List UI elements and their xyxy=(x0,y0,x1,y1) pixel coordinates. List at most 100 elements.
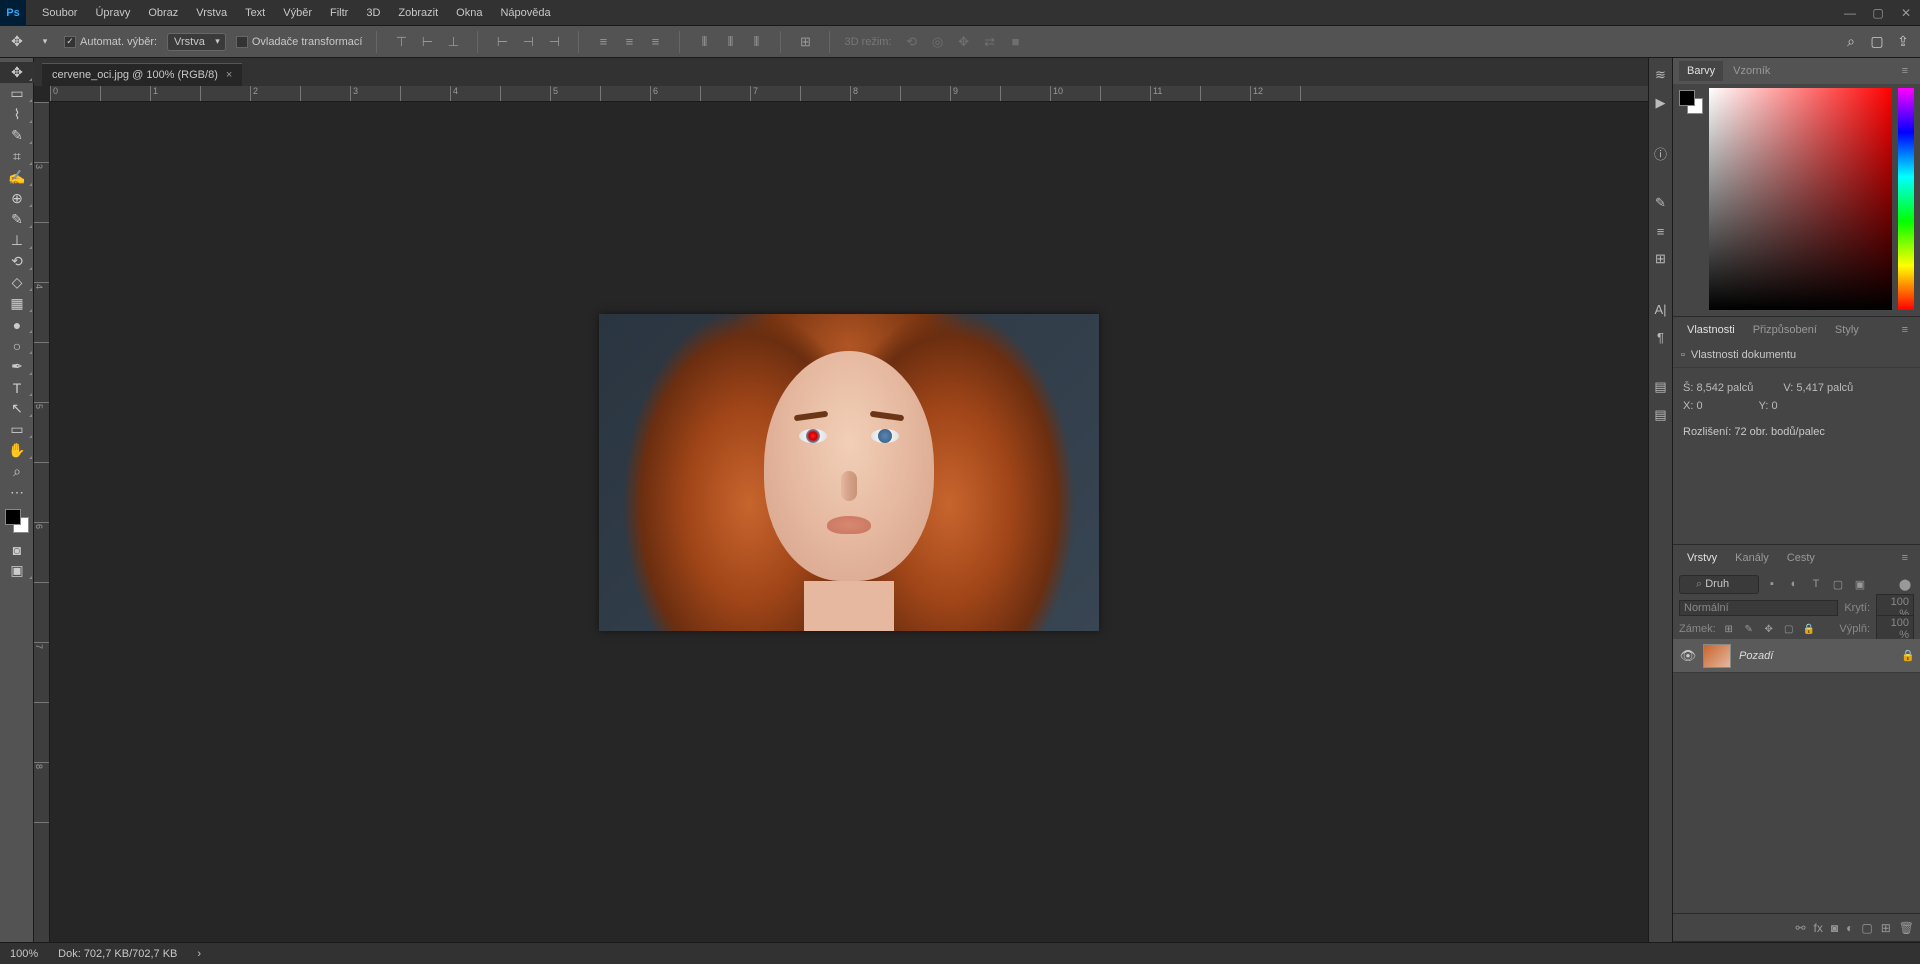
ruler-horizontal[interactable]: 0123456789101112 xyxy=(50,86,1648,102)
tab-layers[interactable]: Vrstvy xyxy=(1679,548,1725,568)
blur-tool[interactable]: ● xyxy=(0,314,34,335)
foreground-color[interactable] xyxy=(5,509,21,525)
ruler-vertical[interactable]: 345678 xyxy=(34,102,50,942)
minimize-button[interactable]: — xyxy=(1836,3,1864,23)
canvas-viewport[interactable] xyxy=(50,102,1648,942)
brush-settings-icon[interactable]: ✎ xyxy=(1652,194,1670,212)
clone-source-icon[interactable]: ⊞ xyxy=(1652,250,1670,268)
marquee-tool[interactable]: ▭ xyxy=(0,83,34,104)
panel-menu-icon[interactable]: ≡ xyxy=(1896,65,1914,77)
menu-window[interactable]: Okna xyxy=(448,3,490,23)
layer-name[interactable]: Pozadí xyxy=(1739,650,1896,662)
close-tab-icon[interactable]: × xyxy=(226,69,232,81)
align-hcenter-icon[interactable]: ⊣ xyxy=(518,32,538,52)
search-icon[interactable]: ⌕ xyxy=(1842,33,1860,51)
lock-transparent-icon[interactable]: ⊞ xyxy=(1722,622,1736,636)
color-swatch-pair[interactable] xyxy=(1679,90,1703,114)
edit-toolbar[interactable]: ⋯ xyxy=(0,482,34,503)
visibility-icon[interactable]: 👁 xyxy=(1673,648,1703,664)
delete-layer-icon[interactable]: 🗑 xyxy=(1899,921,1914,935)
crop-tool[interactable]: ⌗ xyxy=(0,146,34,167)
panel-menu-icon[interactable]: ≡ xyxy=(1896,324,1914,336)
new-layer-icon[interactable]: ⊞ xyxy=(1881,921,1891,935)
tab-channels[interactable]: Kanály xyxy=(1727,548,1777,568)
zoom-level[interactable]: 100% xyxy=(10,948,38,960)
color-field[interactable] xyxy=(1709,88,1892,310)
menu-3d[interactable]: 3D xyxy=(358,3,388,23)
hue-slider[interactable] xyxy=(1898,88,1914,310)
comments-icon[interactable]: ▤ xyxy=(1652,406,1670,424)
filter-toggle-icon[interactable]: ⬤ xyxy=(1896,576,1914,592)
adjustment-layer-icon[interactable]: ◐ xyxy=(1846,921,1853,935)
distribute-left-icon[interactable]: ⦀ xyxy=(694,32,714,52)
auto-select-checkbox[interactable]: Automat. výběr: xyxy=(64,36,157,48)
transform-controls-checkbox[interactable]: Ovladače transformací xyxy=(236,36,363,48)
close-button[interactable]: ✕ xyxy=(1892,3,1920,23)
gradient-tool[interactable]: ▦ xyxy=(0,293,34,314)
move-tool[interactable]: ✥ xyxy=(0,62,34,83)
filter-pixel-icon[interactable]: ▪ xyxy=(1763,576,1781,592)
menu-filter[interactable]: Filtr xyxy=(322,3,356,23)
info-icon[interactable]: ⓘ xyxy=(1652,144,1670,162)
align-bottom-icon[interactable]: ⊥ xyxy=(443,32,463,52)
filter-adjust-icon[interactable]: ◐ xyxy=(1785,576,1803,592)
shape-tool[interactable]: ▭ xyxy=(0,419,34,440)
eraser-tool[interactable]: ◇ xyxy=(0,272,34,293)
tool-preset-dropdown[interactable]: ▾ xyxy=(36,33,54,51)
tab-properties[interactable]: Vlastnosti xyxy=(1679,320,1743,340)
paragraph-icon[interactable]: ¶ xyxy=(1652,328,1670,346)
doc-size[interactable]: Dok: 702,7 KB/702,7 KB xyxy=(58,948,177,960)
lock-position-icon[interactable]: ✥ xyxy=(1762,622,1776,636)
filter-type-icon[interactable]: T xyxy=(1807,576,1825,592)
link-layers-icon[interactable]: ⚯ xyxy=(1795,921,1805,935)
blend-mode-select[interactable]: Normální xyxy=(1679,600,1838,616)
move-tool-icon[interactable]: ✥ xyxy=(8,33,26,51)
tab-paths[interactable]: Cesty xyxy=(1779,548,1823,568)
menu-help[interactable]: Nápověda xyxy=(492,3,558,23)
lock-pixels-icon[interactable]: ✎ xyxy=(1742,622,1756,636)
layer-filter-type[interactable]: ⌕ Druh xyxy=(1679,575,1759,594)
libraries-icon[interactable]: ▤ xyxy=(1652,378,1670,396)
auto-align-icon[interactable]: ⊞ xyxy=(795,32,815,52)
menu-view[interactable]: Zobrazit xyxy=(390,3,446,23)
filter-shape-icon[interactable]: ▢ xyxy=(1829,576,1847,592)
menu-edit[interactable]: Úpravy xyxy=(87,3,138,23)
filter-smart-icon[interactable]: ▣ xyxy=(1851,576,1869,592)
actions-icon[interactable]: ▶ xyxy=(1652,94,1670,112)
type-tool[interactable]: T xyxy=(0,377,34,398)
menu-image[interactable]: Obraz xyxy=(140,3,186,23)
menu-layer[interactable]: Vrstva xyxy=(188,3,235,23)
document-tab[interactable]: cervene_oci.jpg @ 100% (RGB/8) × xyxy=(42,63,242,86)
share-icon[interactable]: ⇪ xyxy=(1894,33,1912,51)
align-vcenter-icon[interactable]: ⊢ xyxy=(417,32,437,52)
panel-menu-icon[interactable]: ≡ xyxy=(1896,552,1914,564)
history-icon[interactable]: ≋ xyxy=(1652,66,1670,84)
history-brush-tool[interactable]: ⟲ xyxy=(0,251,34,272)
menu-select[interactable]: Výběr xyxy=(275,3,320,23)
layer-thumbnail[interactable] xyxy=(1703,644,1731,668)
align-left-icon[interactable]: ⊢ xyxy=(492,32,512,52)
tab-swatches[interactable]: Vzorník xyxy=(1725,61,1778,81)
layer-fx-icon[interactable]: fx xyxy=(1814,921,1823,935)
pen-tool[interactable]: ✒ xyxy=(0,356,34,377)
foreground-swatch[interactable] xyxy=(1679,90,1695,106)
lock-artboard-icon[interactable]: ▢ xyxy=(1782,622,1796,636)
auto-select-target[interactable]: Vrstva xyxy=(167,33,226,51)
layer-row[interactable]: 👁 Pozadí 🔒 xyxy=(1673,639,1920,673)
distribute-top-icon[interactable]: ≡ xyxy=(593,32,613,52)
maximize-button[interactable]: ▢ xyxy=(1864,3,1892,23)
stamp-tool[interactable]: ⊥ xyxy=(0,230,34,251)
menu-file[interactable]: Soubor xyxy=(34,3,85,23)
layer-mask-icon[interactable]: ◙ xyxy=(1831,921,1838,935)
screen-mode-tool[interactable]: ▣ xyxy=(0,560,34,581)
eyedropper-tool[interactable]: ✍ xyxy=(0,167,34,188)
align-right-icon[interactable]: ⊣ xyxy=(544,32,564,52)
lock-icon[interactable]: 🔒 xyxy=(1896,649,1920,662)
character-icon[interactable]: A| xyxy=(1652,300,1670,318)
quick-select-tool[interactable]: ✎ xyxy=(0,125,34,146)
distribute-right-icon[interactable]: ⦀ xyxy=(746,32,766,52)
zoom-tool[interactable]: ⌕ xyxy=(0,461,34,482)
lock-all-icon[interactable]: 🔒 xyxy=(1802,622,1816,636)
lasso-tool[interactable]: ⌇ xyxy=(0,104,34,125)
healing-tool[interactable]: ⊕ xyxy=(0,188,34,209)
